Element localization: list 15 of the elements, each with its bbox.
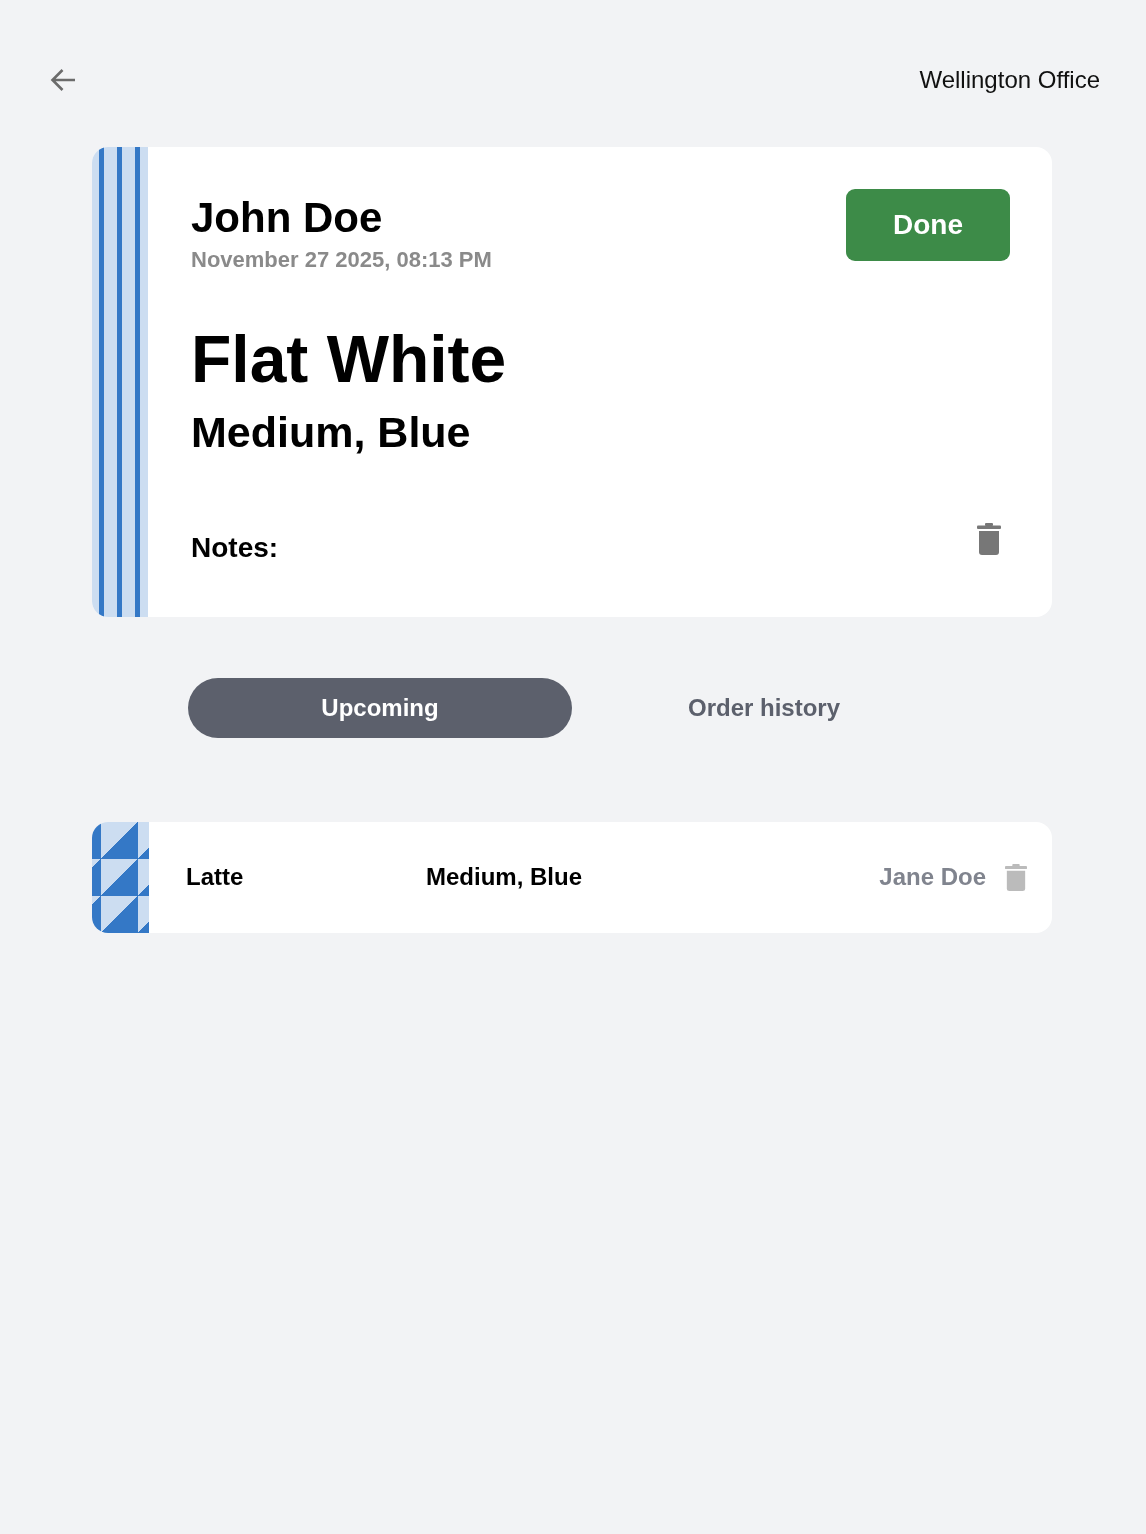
tab[interactable]: Upcoming: [188, 678, 572, 738]
customer-name: Jane Doe: [879, 863, 986, 892]
drink-name: Latte: [186, 863, 245, 892]
location-label: Wellington Office: [919, 65, 1100, 95]
tab[interactable]: Order history: [572, 678, 956, 738]
order-row[interactable]: Latte Medium, Blue Jane Doe: [92, 822, 1052, 933]
notes-label: Notes:: [191, 530, 279, 565]
customer-name: John Doe: [191, 193, 384, 243]
drink-options: Medium, Blue: [426, 863, 880, 892]
drink-options: Medium, Blue: [191, 406, 1010, 459]
trash-icon[interactable]: [977, 522, 1001, 555]
back-arrow-icon[interactable]: [50, 68, 76, 92]
done-button[interactable]: Done: [846, 189, 1010, 261]
drink-name: Flat White: [191, 320, 508, 398]
order-time: November 27 2025, 08:13 PM: [191, 247, 492, 274]
